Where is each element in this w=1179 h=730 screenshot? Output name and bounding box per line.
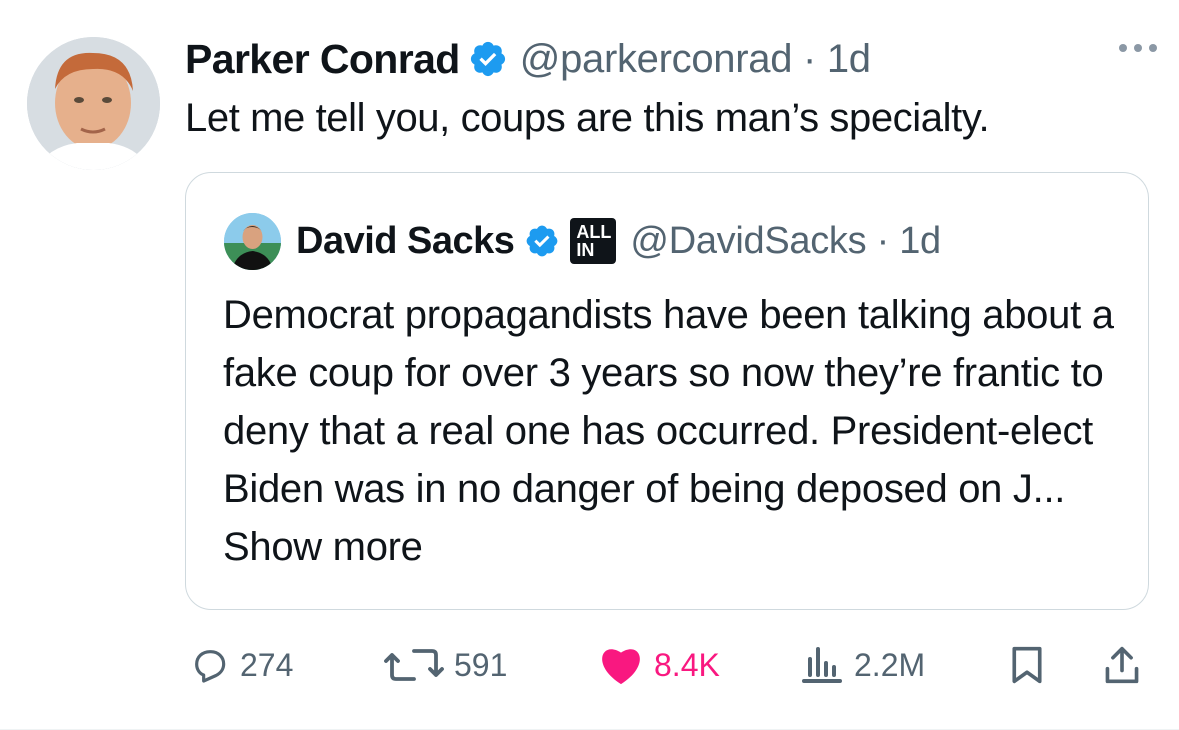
tweet-time[interactable]: 1d (827, 37, 871, 81)
like-count: 8.4K (654, 646, 720, 683)
heart-icon (602, 649, 640, 685)
repost-icon (384, 649, 444, 681)
quoted-tweet[interactable]: David Sacks ALL IN @DavidSacks · 1d Democ… (185, 172, 1149, 610)
reply-icon (195, 650, 226, 683)
share-icon (1105, 646, 1139, 684)
quoted-author-handle[interactable]: @DavidSacks · 1d (630, 220, 941, 263)
repost-count: 591 (454, 646, 508, 683)
share-button[interactable] (1102, 630, 1142, 700)
tweet-text: Let me tell you, coups are this man’s sp… (185, 96, 990, 140)
quoted-time[interactable]: 1d (899, 220, 941, 262)
author-name[interactable]: Parker Conrad (185, 36, 460, 83)
tweet-header: Parker Conrad @parkerconrad · 1d (185, 33, 1159, 85)
reply-button[interactable]: 274 (190, 630, 293, 700)
quoted-verified-badge-icon (527, 225, 558, 257)
verified-badge-icon (470, 41, 505, 77)
quoted-header: David Sacks ALL IN @DavidSacks · 1d (296, 213, 941, 269)
quoted-author-avatar[interactable] (224, 213, 281, 270)
repost-button[interactable]: 591 (384, 630, 507, 700)
show-more-link[interactable]: Show more (223, 525, 423, 569)
reply-count: 274 (240, 646, 294, 683)
views-chart-icon (802, 647, 842, 683)
bookmark-icon (1012, 646, 1042, 684)
action-bar: 274 591 8.4K 2.2M (0, 630, 1179, 700)
views-button[interactable]: 2.2M (800, 630, 925, 700)
quoted-author-name[interactable]: David Sacks (296, 220, 515, 263)
all-in-affiliate-badge[interactable]: ALL IN (570, 218, 617, 264)
quoted-text: Democrat propagandists have been talking… (223, 293, 1114, 569)
author-handle[interactable]: @parkerconrad · 1d (520, 37, 871, 82)
author-avatar[interactable] (27, 37, 160, 170)
bookmark-button[interactable] (1008, 630, 1046, 700)
views-count: 2.2M (854, 646, 926, 683)
like-button[interactable]: 8.4K (598, 630, 720, 700)
more-options-icon[interactable] (1119, 44, 1157, 52)
